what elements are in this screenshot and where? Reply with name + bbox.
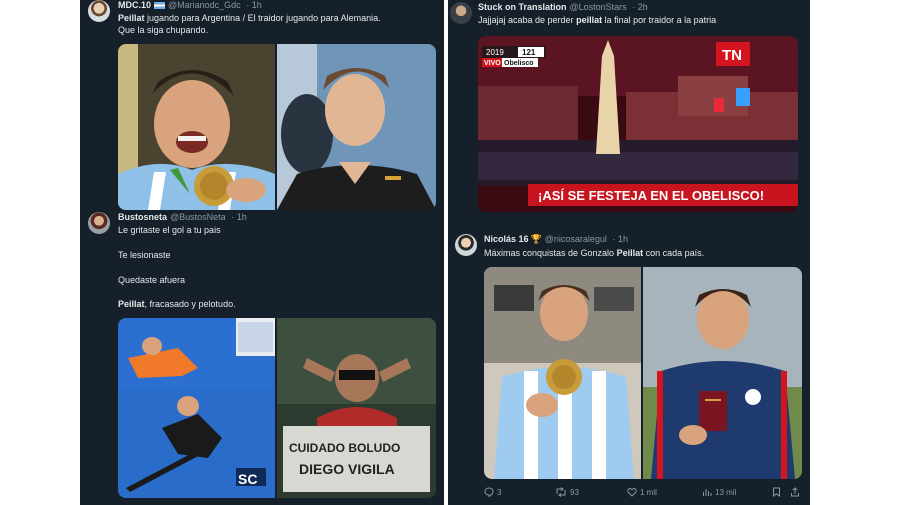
tweet-text-line2: Te lesionaste — [118, 250, 171, 260]
heart-icon — [627, 488, 637, 497]
tweet-stuck-on-translation[interactable]: Stuck on Translation @LostonStars · 2h Ja… — [448, 0, 810, 226]
views-count: 13 mil — [715, 488, 737, 497]
tweet-media-tv-broadcast[interactable]: 2019 121 VIVO Obelisco TN ¡ASÍ SE FESTEJ… — [478, 36, 798, 212]
tweet-text-line4-rest: , fracasado y pelotudo. — [144, 299, 236, 309]
highlight-peillat: Peillat — [118, 299, 145, 309]
user-handle[interactable]: @nicosaralegul — [545, 234, 607, 244]
tweet-text-pre: Máximas conquistas de Gonzalo — [484, 248, 617, 258]
photo-argentina-jersey-medal[interactable] — [484, 267, 641, 479]
tweet-media-photo-comparison[interactable]: SC CUIDADO BOLUDO DIEGO VIGILA — [118, 318, 436, 498]
tweet-header: Nicolás 16 🏆 @nicosaralegul · 1h — [484, 234, 628, 245]
highlight-peillat: peillat — [576, 15, 603, 25]
user-name[interactable]: Nicolás 16 — [484, 234, 529, 244]
trophy-icon: 🏆 — [530, 234, 542, 244]
like-count: 1 mil — [640, 488, 657, 497]
user-avatar[interactable] — [455, 234, 477, 256]
tweet-mdc10[interactable]: MDC.10 @Marianodc_Gdc · 1h Peillat jugand… — [80, 0, 444, 210]
right-timeline-column: Stuck on Translation @LostonStars · 2h Ja… — [448, 0, 810, 505]
tweet-time[interactable]: · 1h — [612, 234, 628, 244]
photo-illustration — [277, 44, 436, 210]
tweet-text-line1: Le gritaste el gol a tu pais — [118, 225, 221, 235]
banner-text-line2: DIEGO VIGILA — [299, 461, 395, 477]
tv-year: 2019 — [486, 48, 504, 57]
tweet-text-post: con cada país. — [643, 248, 705, 258]
user-name[interactable]: Stuck on Translation — [478, 2, 567, 12]
user-handle[interactable]: @LostonStars — [570, 2, 627, 12]
views-button[interactable]: 13 mil — [702, 487, 736, 497]
tv-caption: ¡ASÍ SE FESTEJA EN EL OBELISCO! — [538, 188, 764, 203]
tweet-nicolas16[interactable]: Nicolás 16 🏆 @nicosaralegul · 1h Máximas c… — [448, 232, 810, 505]
tweet-time[interactable]: · 1h — [246, 0, 262, 10]
user-handle[interactable]: @Marianodc_Gdc — [168, 0, 241, 10]
bookmark-icon — [773, 487, 780, 497]
tweet-text-post: la final por traidor a la patria — [602, 15, 717, 25]
tweet-time[interactable]: · 1h — [231, 212, 247, 222]
tweet-header: Stuck on Translation @LostonStars · 2h — [478, 2, 648, 13]
tv-broadcast-illustration: 2019 121 VIVO Obelisco TN ¡ASÍ SE FESTEJ… — [478, 36, 798, 212]
highlight-peillat: Peillat — [118, 13, 145, 23]
tweet-header: MDC.10 @Marianodc_Gdc · 1h — [118, 0, 262, 11]
like-button[interactable]: 1 mil — [627, 487, 657, 497]
argentina-flag-icon — [154, 2, 166, 9]
photo-germany-player[interactable] — [277, 44, 436, 210]
share-button[interactable] — [790, 487, 803, 497]
tweet-action-bar: 3 93 1 mil 13 mil — [484, 487, 802, 501]
tweet-bustosneta[interactable]: Bustosneta @BustosNeta · 1h Le gritaste e… — [80, 212, 444, 505]
photo-illustration — [484, 267, 641, 479]
retweet-icon — [556, 487, 566, 497]
photo-illustration: SC — [118, 318, 275, 498]
user-handle[interactable]: @BustosNeta — [170, 212, 226, 222]
user-avatar[interactable] — [88, 212, 110, 234]
views-icon — [703, 489, 712, 496]
user-avatar[interactable] — [88, 0, 110, 22]
tweet-text: Peillat jugando para Argentina / El trai… — [118, 12, 381, 36]
user-name[interactable]: MDC.10 — [118, 0, 151, 10]
user-name[interactable]: Bustosneta — [118, 212, 167, 222]
sc-logo: SC — [238, 471, 257, 487]
tweet-text-line2: Que la siga chupando. — [118, 25, 209, 35]
bookmark-button[interactable] — [772, 487, 784, 497]
retweet-button[interactable]: 93 — [555, 487, 579, 497]
banner-text-line1: CUIDADO BOLUDO — [289, 441, 400, 455]
tweet-text-pre: Jajjajaj acaba de perder — [478, 15, 577, 25]
user-avatar[interactable] — [450, 2, 472, 24]
tweet-time[interactable]: · 2h — [632, 2, 648, 12]
tv-vivo: VIVO — [484, 60, 501, 67]
highlight-peillat: Peillat — [616, 248, 644, 258]
share-icon — [791, 487, 799, 497]
left-timeline-column: MDC.10 @Marianodc_Gdc · 1h Peillat jugand… — [80, 0, 444, 505]
photo-illustration — [643, 267, 802, 479]
retweet-count: 93 — [570, 488, 579, 497]
reply-icon — [484, 487, 494, 498]
reply-count: 3 — [497, 488, 502, 497]
tweet-media-photo-comparison[interactable] — [484, 267, 802, 479]
tweet-text-line1: jugando para Argentina / El traidor juga… — [144, 13, 381, 23]
tv-channel: 121 — [522, 48, 536, 57]
photo-argentina-medal[interactable] — [118, 44, 275, 210]
tv-place: Obelisco — [504, 60, 534, 67]
photo-crying-fan[interactable]: CUIDADO BOLUDO DIEGO VIGILA — [277, 318, 436, 498]
tweet-header: Bustosneta @BustosNeta · 1h — [118, 212, 247, 223]
tweet-text-line4: Peillat, fracasado y pelotudo. — [118, 298, 236, 310]
tweet-media-photo-comparison[interactable] — [118, 44, 436, 210]
tweet-text-line3: Quedaste afuera — [118, 275, 186, 285]
tn-logo: TN — [722, 47, 742, 64]
photo-hockey-injury[interactable]: SC — [118, 318, 275, 498]
photo-germany-passport[interactable] — [643, 267, 802, 479]
reply-button[interactable]: 3 — [484, 487, 502, 498]
tweet-text: Máximas conquistas de Gonzalo Peillat co… — [484, 247, 704, 259]
tweet-text: Jajjajaj acaba de perder peillat la fina… — [478, 14, 716, 26]
photo-illustration: CUIDADO BOLUDO DIEGO VIGILA — [277, 318, 436, 498]
photo-illustration — [118, 44, 275, 210]
